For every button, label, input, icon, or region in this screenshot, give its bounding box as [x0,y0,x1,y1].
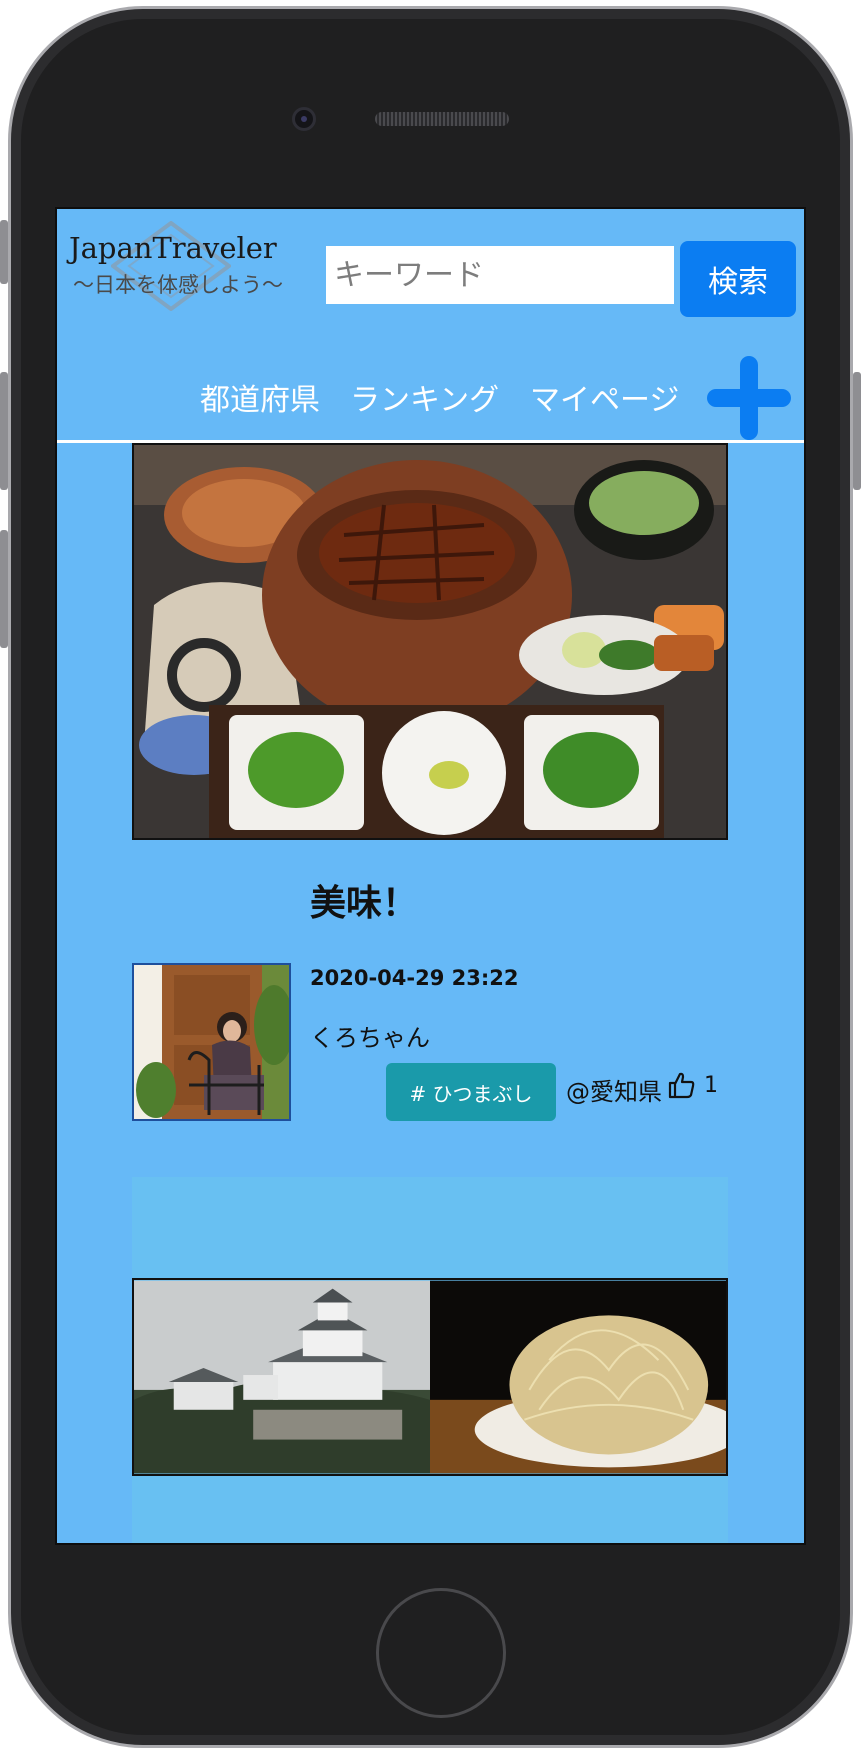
hitsumabushi-photo [134,445,726,838]
ramen-photo [430,1280,726,1474]
next-post-card[interactable] [132,1177,728,1543]
search-button[interactable]: 検索 [680,241,796,317]
power-button[interactable] [853,372,861,490]
himeji-castle-photo [134,1280,430,1474]
post-user-name[interactable]: くろちゃん [310,1018,430,1053]
like-count: 1 [704,1073,718,1098]
nav-item-mypage[interactable]: マイページ [530,375,679,419]
logo[interactable]: JapanTraveler 〜日本を体感しよう〜 [63,215,283,315]
search-input[interactable] [326,246,674,304]
front-camera [292,107,316,131]
app-header: JapanTraveler 〜日本を体感しよう〜 検索 都道府県 ランキング マ… [57,209,804,439]
logo-subtitle: 〜日本を体感しよう〜 [73,273,283,297]
hashtag-button[interactable]: # ひつまぶし [386,1063,556,1121]
volume-down-button[interactable] [0,530,8,648]
volume-up-button[interactable] [0,372,8,490]
logo-title: JapanTraveler [69,231,277,265]
post-title: 美味！ [310,883,419,924]
app-screen: JapanTraveler 〜日本を体感しよう〜 検索 都道府県 ランキング マ… [55,207,806,1545]
nav-item-prefectures[interactable]: 都道府県 [200,375,320,419]
home-button[interactable] [376,1588,506,1718]
plus-icon[interactable] [707,356,791,440]
earpiece-speaker [375,112,509,126]
mute-switch[interactable] [0,220,8,284]
nav-item-ranking[interactable]: ランキング [350,375,499,419]
post-date: 2020-04-29 23:22 [310,966,519,990]
user-avatar-photo [134,965,289,1119]
next-post-photos [132,1278,728,1476]
avatar[interactable] [132,963,291,1121]
post-prefecture[interactable]: @愛知県 [566,1072,662,1107]
post-photo[interactable] [132,443,728,840]
thumbs-up-icon[interactable] [667,1071,695,1099]
